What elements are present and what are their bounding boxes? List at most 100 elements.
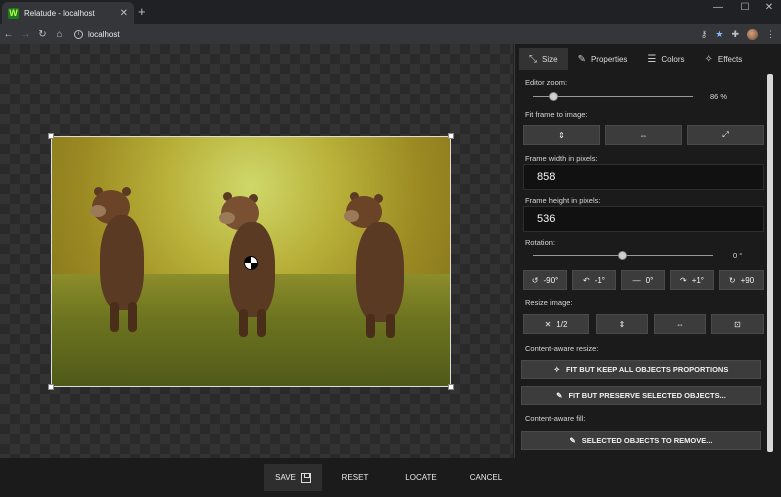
resize-half-button[interactable]: ✕ 1/2 [523,314,589,334]
toolbar-actions: ⚷ ★ ✚ ⋮ [701,24,775,44]
brush-icon: ✎ [556,391,563,400]
arrows-horizontal-icon: ⇔ [676,319,684,329]
fit-frame-vertical-button[interactable]: ⇕ [523,125,600,145]
bookmark-star-icon[interactable]: ★ [715,29,723,40]
tab-size[interactable]: ⤡ Size [519,48,568,70]
resize-horizontal-button[interactable]: ⇔ [654,314,706,334]
magic-wand-icon: ✧ [704,53,713,65]
resize-handle-top-left[interactable] [48,133,54,139]
fit-box-icon: ⊡ [734,319,741,329]
editor-zoom-knob[interactable] [548,92,558,101]
browser-toolbar: ← → ↻ ⌂ i localhost ⚷ ★ ✚ ⋮ [0,24,781,44]
back-button[interactable]: ← [0,29,17,40]
rotate-zero-button[interactable]: — 0° [621,270,665,290]
fit-frame-both-button[interactable]: ⤢ [687,125,764,145]
resize-fit-button[interactable]: ⊡ [711,314,764,334]
rotate-small-right-icon: ↷ [679,275,687,285]
resize-vertical-button[interactable]: ⇕ [596,314,648,334]
reload-button[interactable]: ↻ [34,29,51,40]
tab-close-icon[interactable]: ✕ [120,8,128,19]
editor-zoom-value: 86 % [710,92,728,101]
sliders-icon: ☰ [647,53,657,65]
favicon-icon: W [8,7,19,19]
rotation-knob[interactable] [618,251,627,260]
fit-frame-label: Fit frame to image: [525,110,588,119]
fit-keep-proportions-button[interactable]: ✧ FIT BUT KEEP ALL OBJECTS PROPORTIONS [521,360,761,379]
browser-tab[interactable]: W Relatude - localhost ✕ [2,2,134,24]
close-window-button[interactable]: ✕ [757,2,781,13]
tab-label: Size [542,54,558,64]
rotation-label: Rotation: [525,238,556,247]
resize-handle-top-right[interactable] [448,133,454,139]
tab-title: Relatude - localhost [24,8,95,18]
forward-button[interactable]: → [17,29,34,40]
button-label: SAVE [275,473,296,482]
tab-properties[interactable]: ✎ Properties [568,48,638,70]
address-bar[interactable]: i localhost [74,26,694,42]
rotate-small-left-icon: ↶ [582,275,590,285]
arrows-vertical-icon: ⇕ [558,130,565,140]
rotate-minus-90-button[interactable]: ↺ -90° [523,270,567,290]
expand-icon: ⤢ [722,130,729,139]
button-label: -90° [543,275,559,285]
button-label: -1° [594,275,605,285]
floppy-disk-icon [300,472,311,483]
maximize-button[interactable]: ☐ [733,2,757,13]
minimize-button[interactable]: — [706,2,730,13]
resize-image-label: Resize image: [525,298,573,307]
resize-handle-bottom-left[interactable] [48,384,54,390]
browser-tabstrip: W Relatude - localhost ✕ + — ☐ ✕ [0,0,781,24]
tab-label: Properties [590,54,628,64]
button-label: +1° [691,275,705,285]
tab-label: Colors [661,54,685,64]
bear-figure [90,187,160,337]
magic-wand-icon: ✧ [553,365,560,374]
cancel-button[interactable]: CANCEL [460,464,512,491]
fit-frame-horizontal-button[interactable]: ⇔ [605,125,682,145]
key-icon[interactable]: ⚷ [701,29,708,40]
resize-icon: ⤡ [529,53,537,65]
address-text: localhost [88,29,120,39]
new-tab-button[interactable]: + [138,5,146,19]
rotate-minus-1-button[interactable]: ↶ -1° [572,270,616,290]
profile-avatar[interactable] [747,28,758,40]
rotate-plus-1-button[interactable]: ↷ +1° [670,270,714,290]
resize-handle-bottom-right[interactable] [448,384,454,390]
panel-tabs: ⤡ Size ✎ Properties ☰ Colors ✧ Effects [519,48,752,70]
scrollbar-thumb[interactable] [767,74,773,452]
site-info-icon[interactable]: i [74,29,83,39]
panel-scrollbar[interactable] [766,74,774,454]
rotation-value: 0 ° [733,251,743,260]
rotate-plus-90-button[interactable]: ↻ +90 [719,270,764,290]
menu-icon[interactable]: ⋮ [766,29,775,40]
extensions-icon[interactable]: ✚ [731,29,739,40]
button-label: FIT BUT KEEP ALL OBJECTS PROPORTIONS [565,365,729,374]
frame-height-label: Frame height in pixels: [525,196,601,205]
action-bar: SAVE RESET LOCATE CANCEL [0,458,781,497]
button-label: FIT BUT PRESERVE SELECTED OBJECTS... [568,391,726,400]
frame-width-field[interactable]: 858 [523,164,764,190]
brush-icon: ✎ [569,436,576,445]
fit-preserve-selected-button[interactable]: ✎ FIT BUT PRESERVE SELECTED OBJECTS... [521,386,761,405]
rotate-right-icon: ↻ [728,275,736,285]
tab-colors[interactable]: ☰ Colors [637,48,694,70]
locate-button[interactable]: LOCATE [394,464,448,491]
level-icon: — [632,275,641,285]
rotate-left-icon: ↺ [531,275,539,285]
focal-point-icon[interactable] [244,256,258,270]
reset-button[interactable]: RESET [330,464,380,491]
frame-height-field[interactable]: 536 [523,206,764,232]
properties-panel: ⤡ Size ✎ Properties ☰ Colors ✧ Effects E… [514,44,781,458]
shrink-icon: ✕ [544,319,552,329]
content-aware-fill-label: Content-aware fill: [525,414,586,423]
save-button[interactable]: SAVE [264,464,322,491]
editor-zoom-label: Editor zoom: [525,78,568,87]
pencil-icon: ✎ [577,53,586,65]
tab-effects[interactable]: ✧ Effects [695,48,753,70]
remove-selected-objects-button[interactable]: ✎ SELECTED OBJECTS TO REMOVE... [521,431,761,450]
bear-figure [344,192,414,342]
editor-canvas[interactable] [0,44,513,458]
arrows-horizontal-icon: ⇔ [639,130,648,140]
tab-label: Effects [717,54,743,64]
home-button[interactable]: ⌂ [51,29,68,40]
